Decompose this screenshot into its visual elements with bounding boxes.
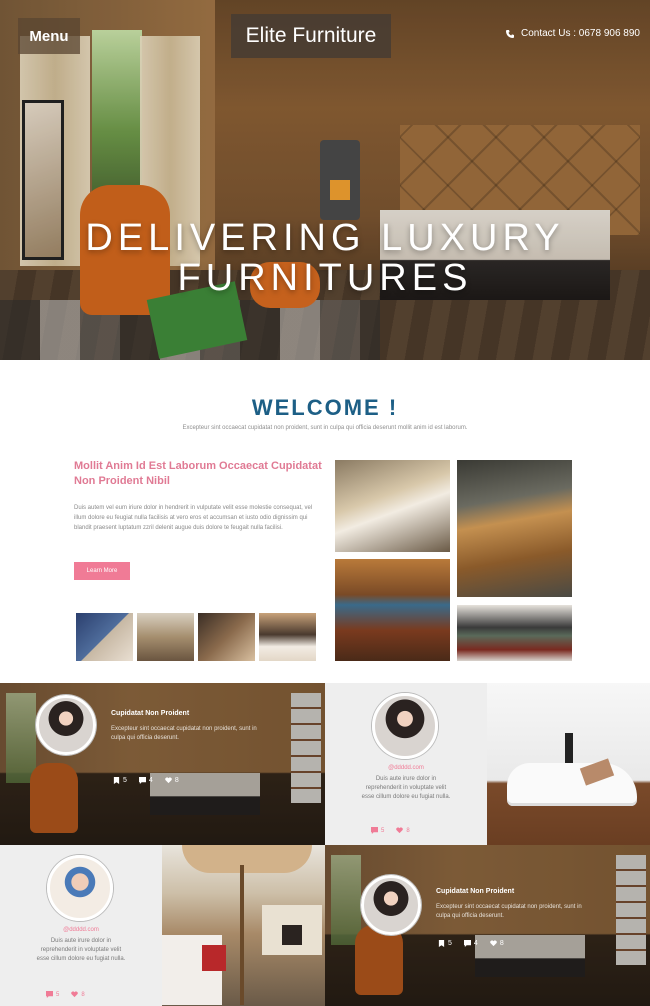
comment-count: 4 — [148, 777, 153, 784]
thumbnail-image[interactable] — [76, 613, 133, 661]
post-excerpt: Duis aute irure dolor in reprehenderit i… — [36, 938, 126, 962]
hero-title-line2: FURNITURES — [177, 257, 473, 299]
lounge-image-tile[interactable] — [487, 683, 650, 845]
post-title[interactable]: Cupidatat Non Proident — [111, 710, 189, 717]
gallery-image-sofa[interactable] — [457, 605, 572, 661]
post-stats: 5 4 8 — [113, 777, 179, 784]
learn-more-button[interactable]: Learn More — [74, 562, 130, 580]
comment-stat[interactable]: 4 — [463, 940, 478, 947]
feature-text: Duis autem vel eum iriure dolor in hendr… — [74, 505, 313, 531]
feature-title: Mollit Anim Id Est Laborum Occaecat Cupi… — [74, 460, 322, 487]
comment-stat[interactable]: 5 — [46, 991, 59, 998]
tile-umbrella-pole — [240, 865, 244, 1005]
author-avatar[interactable] — [372, 693, 438, 759]
tile-fireplace — [262, 905, 322, 955]
comment-icon — [371, 827, 378, 834]
like-count: 8 — [406, 827, 410, 834]
tile-chaise — [507, 763, 637, 803]
comment-icon — [138, 777, 146, 784]
bookmark-stat[interactable]: 5 — [438, 940, 452, 947]
comment-count: 5 — [56, 991, 60, 998]
menu-button[interactable]: Menu — [18, 18, 80, 54]
post-tile-2[interactable]: @ddddd.com Duis aute irure dolor in repr… — [325, 683, 487, 845]
post-stats: 5 8 — [371, 827, 410, 834]
like-count: 8 — [81, 991, 85, 998]
thumbnail-image[interactable] — [198, 613, 255, 661]
heart-icon — [165, 777, 172, 784]
comment-count: 5 — [381, 827, 385, 834]
comment-stat[interactable]: 5 — [371, 827, 384, 834]
gallery-image-patio[interactable] — [335, 460, 450, 552]
author-avatar[interactable] — [47, 855, 113, 921]
tile-umbrella — [182, 845, 312, 873]
contact-text[interactable]: Contact Us : 0678 906 890 — [521, 28, 640, 39]
post-stats: 5 4 8 — [438, 940, 504, 947]
post-tile-4[interactable]: Cupidatat Non Proident Excepteur sint oc… — [325, 845, 650, 1006]
post-tile-1[interactable]: Cupidatat Non Proident Excepteur sint oc… — [0, 683, 325, 845]
like-count: 8 — [174, 777, 179, 784]
bookmark-count: 5 — [448, 940, 452, 947]
like-stat[interactable]: 8 — [396, 827, 410, 834]
bookmark-count: 5 — [123, 777, 127, 784]
hero-title: DELIVERING LUXURY FURNITURES — [0, 218, 650, 298]
patio-image-tile[interactable] — [162, 845, 325, 1006]
like-stat[interactable]: 8 — [165, 777, 179, 784]
like-stat[interactable]: 8 — [71, 991, 85, 998]
bookmark-stat[interactable]: 5 — [113, 777, 127, 784]
like-stat[interactable]: 8 — [490, 940, 504, 947]
heart-icon — [396, 827, 404, 834]
hero-banner: Menu Elite Furniture Contact Us : 0678 9… — [0, 0, 650, 360]
welcome-subtitle: Excepteur sint occaecat cupidatat non pr… — [182, 425, 468, 431]
gallery-image-chair[interactable] — [457, 460, 572, 597]
author-link[interactable]: @ddddd.com — [0, 927, 162, 933]
brand-logo[interactable]: Elite Furniture — [231, 14, 391, 58]
post-title[interactable]: Cupidatat Non Proident — [436, 888, 514, 895]
author-link[interactable]: @ddddd.com — [325, 765, 487, 771]
hero-title-line1: DELIVERING LUXURY — [85, 217, 565, 259]
comment-icon — [46, 991, 53, 998]
contact-info: Contact Us : 0678 906 890 — [505, 28, 640, 39]
gallery-image-dining[interactable] — [335, 559, 450, 661]
post-tile-3[interactable]: @ddddd.com Duis aute irure dolor in repr… — [0, 845, 162, 1006]
post-excerpt: Excepteur sint occaecat cupidatat non pr… — [111, 726, 257, 741]
post-excerpt: Excepteur sint occaecat cupidatat non pr… — [436, 904, 582, 919]
post-excerpt: Duis aute irure dolor in reprehenderit i… — [361, 776, 451, 800]
phone-icon — [506, 29, 514, 38]
comment-icon — [463, 940, 471, 947]
comment-count: 4 — [473, 940, 478, 947]
comment-stat[interactable]: 4 — [138, 777, 153, 784]
tile-cushion — [202, 945, 226, 971]
bookmark-icon — [438, 940, 445, 947]
like-count: 8 — [499, 940, 504, 947]
heart-icon — [71, 991, 79, 998]
welcome-title: WELCOME ! — [251, 395, 399, 420]
heart-icon — [490, 940, 497, 947]
bookmark-icon — [113, 777, 120, 784]
author-avatar[interactable] — [36, 695, 96, 755]
thumbnail-image[interactable] — [259, 613, 316, 661]
post-stats: 5 8 — [46, 991, 85, 998]
author-avatar[interactable] — [361, 875, 421, 935]
thumbnail-image[interactable] — [137, 613, 194, 661]
